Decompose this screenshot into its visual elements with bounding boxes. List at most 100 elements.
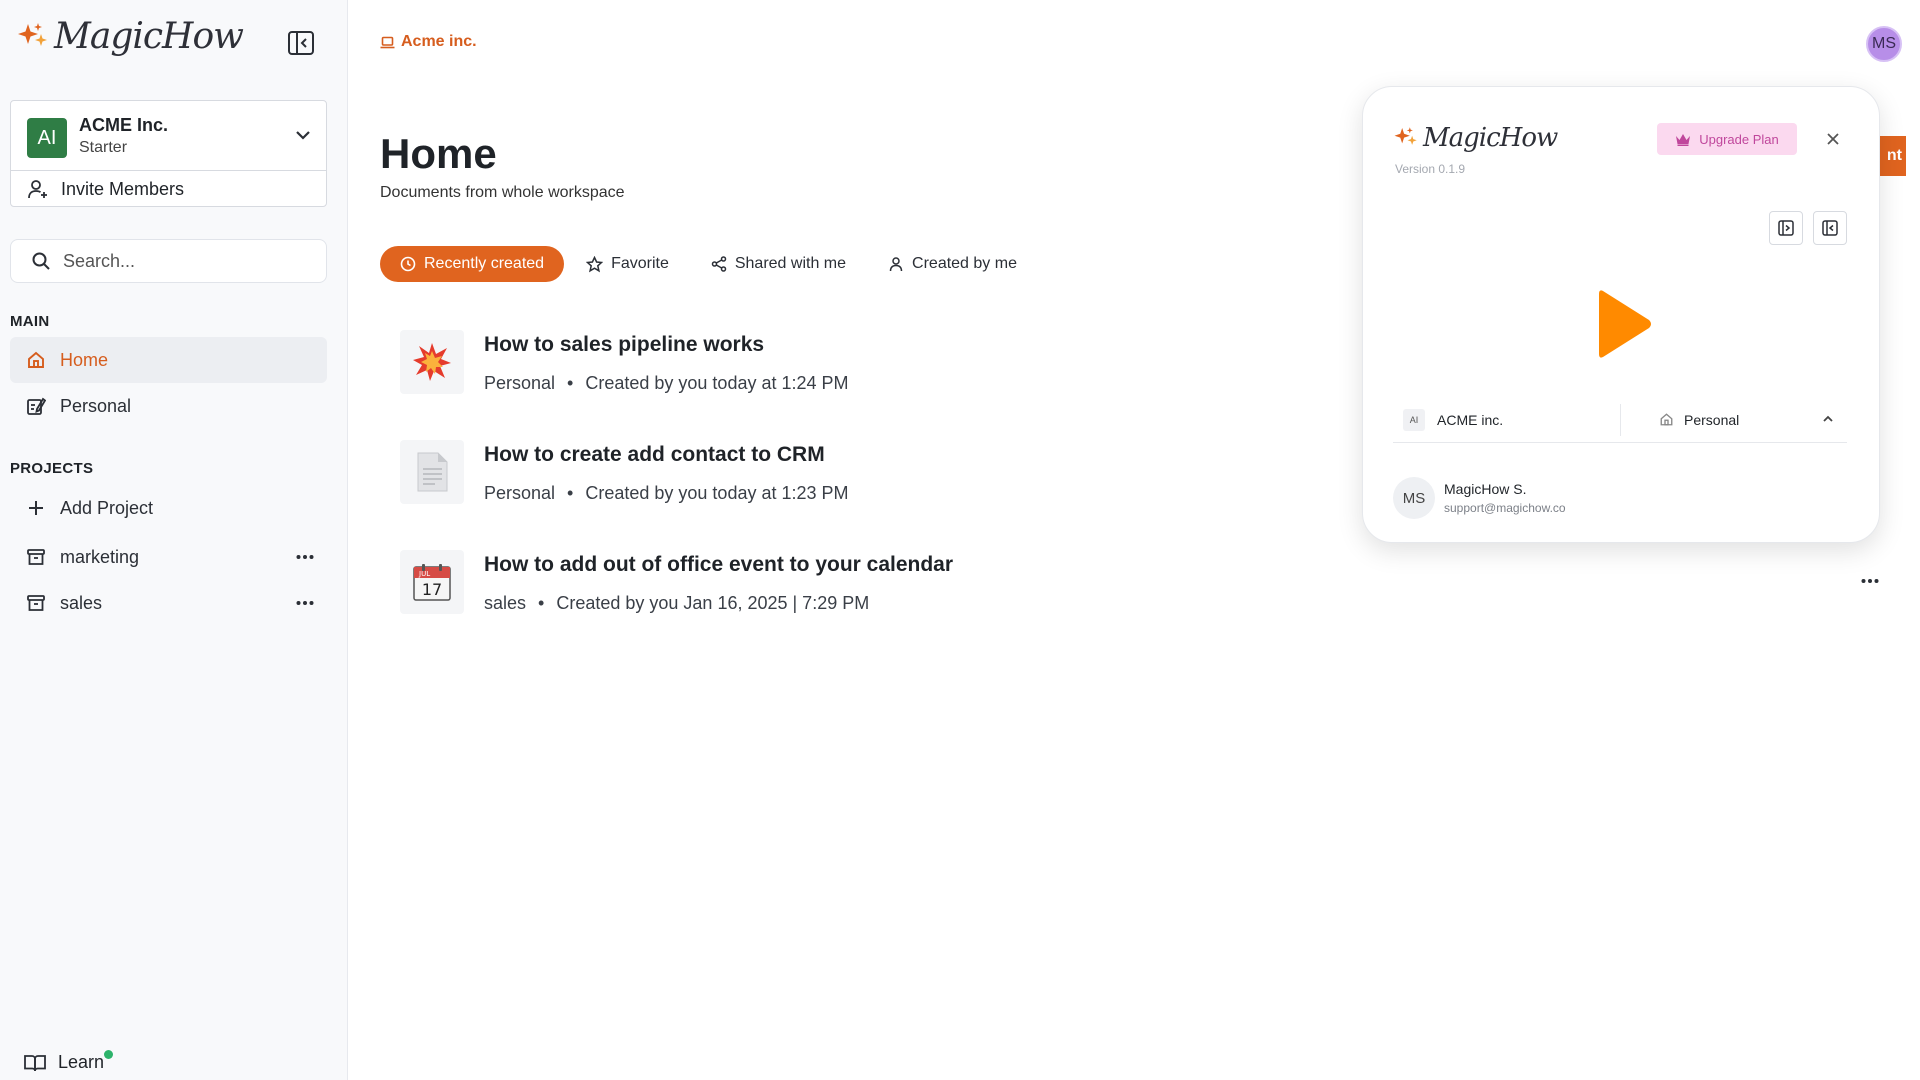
document-thumbnail [400,330,464,394]
sidebar-item-label: sales [60,592,103,613]
search-box [10,239,327,283]
project-options-button[interactable] [293,546,317,568]
tab-recently-created[interactable]: Recently created [380,246,565,282]
star-icon [586,255,604,272]
user-avatar: MS [1393,477,1435,519]
chevron-up-icon [1823,415,1833,422]
app-logo[interactable]: MagicHow [16,16,244,57]
learn-link[interactable]: Learn [24,1050,113,1073]
user-name: MagicHow S. [1444,481,1527,497]
tab-label: Favorite [611,255,669,272]
workspace-plan: Starter [79,139,128,156]
invite-members-button[interactable]: Invite Members [11,171,326,207]
document-thumbnail [400,440,464,504]
document-icon [417,452,448,492]
workspace-switcher[interactable]: AI ACME Inc. Starter [11,101,326,171]
upgrade-plan-button[interactable]: Upgrade Plan [1657,123,1797,155]
plus-icon [29,501,43,515]
document-project: sales [484,593,527,613]
close-icon [1827,133,1839,145]
explosion-icon [413,343,451,381]
close-panel-button[interactable] [1821,127,1845,151]
document-created: Created by you today at 1:23 PM [585,483,849,503]
projects-section-label: PROJECTS [10,460,94,477]
sidebar: MagicHow AI ACME Inc. Starter Invite Mem… [0,0,348,1080]
notification-dot [104,1050,113,1059]
sidebar-item-label: Home [60,349,109,370]
panel-logo: MagicHow [1393,123,1558,153]
tab-label: Recently created [424,255,545,272]
tab-shared-with-me[interactable]: Shared with me [691,246,866,282]
document-meta: sales • Created by you Jan 16, 2025 | 7:… [484,593,869,614]
workspace-project-selector: AI ACME inc. Personal [1393,397,1847,443]
search-icon [32,252,50,270]
tab-favorite[interactable]: Favorite [566,246,689,282]
meta-separator: • [538,593,545,613]
archive-box-icon [27,549,45,565]
document-title: How to sales pipeline works [484,333,765,356]
document-created: Created by you today at 1:24 PM [585,373,849,393]
document-list: How to sales pipeline works Personal • C… [400,325,1300,655]
document-thumbnail: JUL 17 [400,550,464,614]
collapse-left-button[interactable] [1813,211,1847,245]
sparkle-icon [18,22,47,46]
panel-user-info: MS MagicHow S. support@magichow.co [1393,477,1566,519]
document-filter-tabs: Recently created Favorite Shared with me… [380,246,1039,282]
more-horizontal-icon [296,601,314,605]
document-meta: Personal • Created by you today at 1:23 … [484,483,849,504]
sidebar-item-personal[interactable]: Personal [10,383,327,429]
laptop-icon [380,36,395,48]
start-recording-button[interactable] [1595,285,1655,368]
more-horizontal-icon [296,555,314,559]
expand-right-button[interactable] [1769,211,1803,245]
page-title: Home [380,130,497,177]
archive-box-icon [27,595,45,611]
document-title: How to add out of office event to your c… [484,553,954,576]
document-meta: Personal • Created by you today at 1:24 … [484,373,849,394]
user-icon [889,257,903,272]
add-project-button[interactable]: Add Project [10,485,327,531]
document-project: Personal [484,483,556,503]
logo-text: MagicHow [1423,123,1558,153]
crown-icon [1676,133,1691,146]
logo-text: MagicHow [54,16,244,57]
breadcrumb-workspace: Acme inc. [401,33,477,50]
user-plus-icon [28,180,47,199]
home-icon [1660,413,1673,426]
book-open-icon [24,1054,46,1071]
panel-right-expand-icon [1778,220,1794,236]
document-created: Created by you Jan 16, 2025 | 7:29 PM [556,593,870,613]
sparkle-icon [1394,127,1417,145]
document-project: Personal [484,373,556,393]
play-icon [1599,290,1651,358]
workspace-card: AI ACME Inc. Starter Invite Members [10,100,327,207]
document-item[interactable]: How to create add contact to CRM Persona… [400,435,1300,545]
version-label: Version 0.1.9 [1395,162,1466,176]
workspace-name: ACME Inc. [79,115,169,135]
sidebar-item-home[interactable]: Home [10,337,327,383]
more-horizontal-icon [1861,579,1879,583]
panel-workspace-select[interactable]: AI ACME inc. [1393,403,1621,436]
upgrade-plan-label: Upgrade Plan [1699,131,1779,147]
document-item[interactable]: How to sales pipeline works Personal • C… [400,325,1300,435]
user-avatar[interactable]: MS [1866,26,1902,62]
sidebar-item-marketing[interactable]: marketing [10,534,327,580]
collapse-sidebar-button[interactable] [286,28,316,58]
workspace-avatar: AI [27,118,67,158]
breadcrumb[interactable]: Acme inc. [380,33,477,51]
share-icon [711,256,727,272]
calendar-month: JUL [418,570,430,578]
search-input[interactable] [63,250,303,272]
sidebar-item-sales[interactable]: sales [10,580,327,626]
document-item[interactable]: JUL 17 How to add out of office event to… [400,545,1300,655]
meta-separator: • [567,483,574,503]
add-project-label: Add Project [60,497,154,518]
panel-project-select[interactable]: Personal [1621,404,1847,436]
tab-label: Shared with me [734,255,847,272]
workspace-avatar: AI [1403,408,1425,431]
page-subtitle: Documents from whole workspace [380,184,625,201]
learn-label: Learn [58,1052,105,1072]
tab-created-by-me[interactable]: Created by me [868,246,1037,282]
more-options-button[interactable] [1856,570,1884,592]
project-options-button[interactable] [293,592,317,614]
